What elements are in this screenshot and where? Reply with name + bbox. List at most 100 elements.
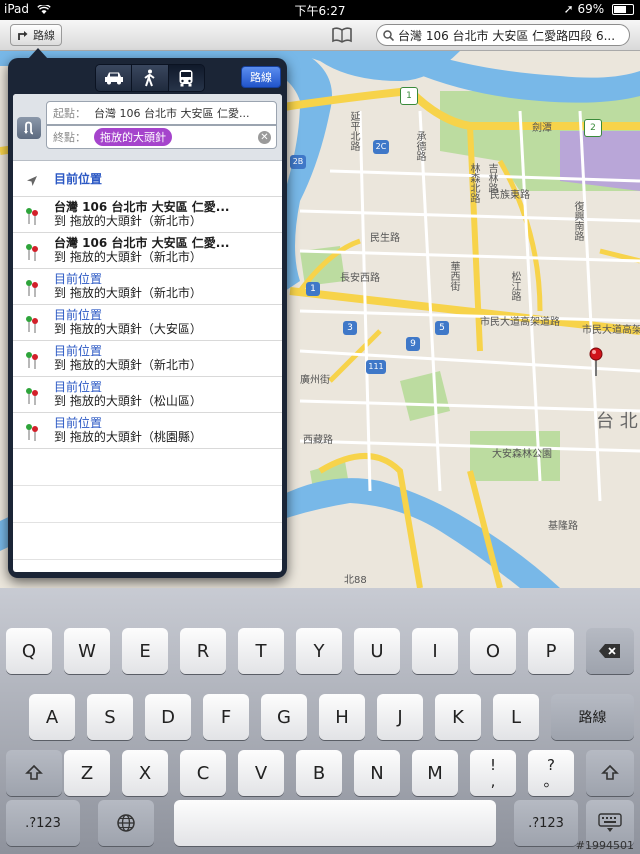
end-label: 終點： [53, 131, 86, 144]
key-top-char: ! [489, 756, 496, 774]
key-b[interactable]: B [296, 750, 342, 796]
key-u[interactable]: U [354, 628, 400, 674]
start-field[interactable]: 起點： 台灣 106 台北市 大安區 仁愛... [46, 101, 277, 125]
directions-label: 路線 [33, 29, 55, 42]
walk-icon [144, 69, 155, 87]
key-q[interactable]: Q [6, 628, 52, 674]
route-shield: 2C [373, 140, 389, 154]
key-i[interactable]: I [412, 628, 458, 674]
key-t[interactable]: T [238, 628, 284, 674]
popover-arrow [28, 48, 48, 59]
key-h[interactable]: H [319, 694, 365, 740]
list-item[interactable]: 目前位置到 拖放的大頭針（新北市） [13, 341, 282, 377]
map-label: 西藏路 [303, 435, 333, 446]
list-item[interactable]: 目前位置到 拖放的大頭針（桃園縣） [13, 413, 282, 449]
route-shield: 1 [306, 282, 320, 296]
route-button[interactable]: 路線 [241, 66, 281, 88]
key-j[interactable]: J [377, 694, 423, 740]
key-v[interactable]: V [238, 750, 284, 796]
delete-icon [599, 644, 620, 658]
map-label: 延平北路 [348, 111, 359, 151]
key-o[interactable]: O [470, 628, 516, 674]
key-bottom-char: , [490, 772, 496, 790]
list-item[interactable]: 目前位置到 拖放的大頭針（松山區） [13, 377, 282, 413]
numbers-key-right[interactable]: .?123 [514, 800, 578, 846]
key-r[interactable]: R [180, 628, 226, 674]
map-label: 林森北路 [468, 163, 479, 203]
list-item[interactable]: 目前位置到 拖放的大頭針（新北市） [13, 269, 282, 305]
key-d[interactable]: D [145, 694, 191, 740]
key-k[interactable]: K [435, 694, 481, 740]
shift-key[interactable] [6, 750, 62, 796]
list-item-current-location[interactable]: 目前位置 [13, 161, 282, 197]
swap-icon [24, 121, 34, 135]
swap-endpoints-button[interactable] [17, 117, 41, 139]
route-pins-icon [26, 244, 38, 261]
mode-bus-button[interactable] [168, 65, 204, 91]
key-z[interactable]: Z [64, 750, 110, 796]
key-f[interactable]: F [203, 694, 249, 740]
shift-key-right[interactable] [586, 750, 634, 796]
route-pins-icon [26, 280, 38, 297]
numbers-key[interactable]: .?123 [6, 800, 80, 846]
directions-popover: 路線 起點： 台灣 106 台北市 大安區 仁愛... 終點： 拖放的大頭針 ✕… [8, 48, 287, 578]
shift-icon [601, 764, 619, 780]
list-item-from: 目前位置 [54, 344, 103, 358]
list-item[interactable]: 目前位置到 拖放的大頭針（大安區） [13, 305, 282, 341]
key-p[interactable]: P [528, 628, 574, 674]
key-a[interactable]: A [29, 694, 75, 740]
onscreen-keyboard: Q W E R T Y U I O P A S D F G H J K L 路線… [0, 588, 640, 854]
list-item-label: 目前位置 [54, 172, 103, 186]
route-action-key[interactable]: 路線 [551, 694, 634, 740]
list-item[interactable]: 台灣 106 台北市 大安區 仁愛... 到 拖放的大頭針（新北市） [13, 233, 282, 269]
key-l[interactable]: L [493, 694, 539, 740]
route-pins-icon [26, 316, 38, 333]
start-value: 台灣 106 台北市 大安區 仁愛... [94, 107, 250, 120]
bus-icon [179, 70, 193, 87]
location-arrow-icon: ➚ [563, 2, 574, 16]
end-field[interactable]: 終點： 拖放的大頭針 ✕ [46, 125, 277, 149]
map-label: 市民大道高架 [582, 325, 640, 336]
key-m[interactable]: M [412, 750, 458, 796]
mode-walk-button[interactable] [132, 65, 169, 91]
dropped-pin-icon[interactable] [588, 347, 604, 373]
list-item-to: 到 拖放的大頭針（新北市） [54, 286, 202, 300]
list-item-to: 到 拖放的大頭針（桃園縣） [54, 430, 202, 444]
key-question-period[interactable]: ? 。 [528, 750, 574, 796]
space-key[interactable] [174, 800, 496, 846]
mode-car-button[interactable] [96, 65, 133, 91]
map-label: 吉林路 [486, 163, 497, 193]
book-icon[interactable] [332, 27, 352, 43]
map-label: 長安西路 [340, 273, 380, 284]
key-n[interactable]: N [354, 750, 400, 796]
map-label: 大安森林公園 [492, 449, 552, 460]
key-y[interactable]: Y [296, 628, 342, 674]
map-label: 台 北 [596, 411, 638, 432]
map-label: 承德路 [414, 131, 425, 161]
delete-key[interactable] [586, 628, 634, 674]
recent-routes-list: 目前位置 台灣 106 台北市 大安區 仁愛... 到 拖放的大頭針（新北市） 台… [13, 161, 282, 560]
key-e[interactable]: E [122, 628, 168, 674]
search-input[interactable]: 台灣 106 台北市 大安區 仁愛路四段 6... [376, 24, 630, 46]
route-fields: 起點： 台灣 106 台北市 大安區 仁愛... 終點： 拖放的大頭針 ✕ [13, 94, 282, 161]
globe-key[interactable] [98, 800, 154, 846]
route-pins-icon [26, 388, 38, 405]
key-w[interactable]: W [64, 628, 110, 674]
key-x[interactable]: X [122, 750, 168, 796]
clear-icon[interactable]: ✕ [258, 131, 271, 144]
route-shield: 111 [366, 360, 386, 374]
key-c[interactable]: C [180, 750, 226, 796]
map-label: 廣州街 [300, 375, 330, 386]
empty-row [13, 449, 282, 486]
map-label: 北88 [344, 575, 367, 586]
key-exclaim-comma[interactable]: ! , [470, 750, 516, 796]
key-bottom-char: 。 [543, 772, 559, 790]
list-item[interactable]: 台灣 106 台北市 大安區 仁愛... 到 拖放的大頭針（新北市） [13, 197, 282, 233]
route-pins-icon [26, 208, 38, 225]
key-g[interactable]: G [261, 694, 307, 740]
search-value: 台灣 106 台北市 大安區 仁愛路四段 6... [398, 28, 616, 43]
list-item-from: 台灣 106 台北市 大安區 仁愛... [54, 236, 230, 250]
directions-button[interactable]: 路線 [10, 24, 62, 46]
key-s[interactable]: S [87, 694, 133, 740]
search-icon [383, 29, 394, 41]
